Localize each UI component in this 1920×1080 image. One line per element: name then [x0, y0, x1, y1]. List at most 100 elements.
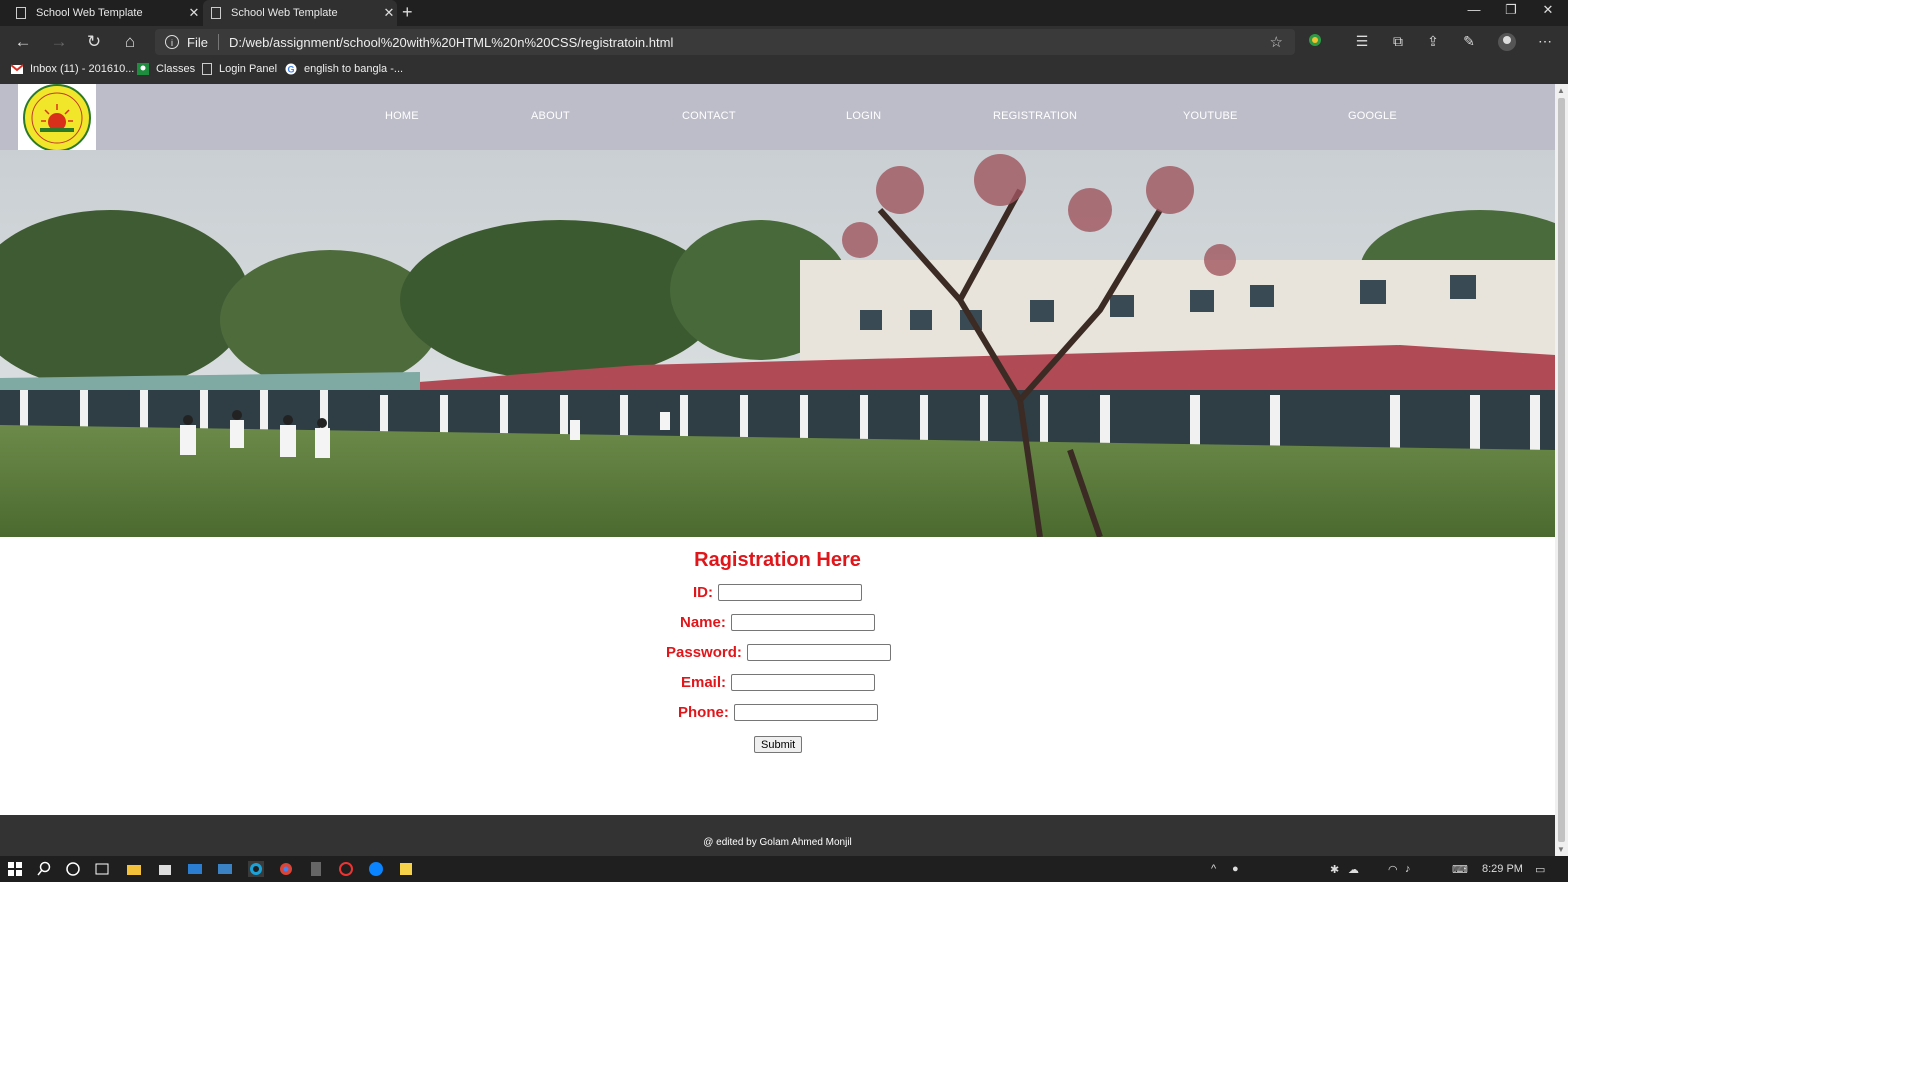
nav-login-link[interactable]: LOGIN — [846, 110, 881, 122]
bookmark-label: Inbox (11) - 201610... — [30, 63, 135, 75]
scroll-up-arrow-icon[interactable]: ▲ — [1557, 86, 1565, 95]
notes-icon[interactable] — [398, 861, 414, 877]
browser-tab[interactable]: School Web Template ✕ — [8, 0, 202, 26]
email-input[interactable] — [731, 674, 876, 691]
new-tab-button[interactable]: + — [402, 2, 413, 23]
search-icon[interactable] — [36, 861, 52, 877]
school-banner-image — [0, 150, 1555, 537]
close-window-button[interactable]: ✕ — [1530, 0, 1566, 20]
tray-expand-icon[interactable]: ^ — [1211, 863, 1216, 875]
forward-button[interactable]: → — [49, 32, 69, 52]
phone-input[interactable] — [733, 704, 878, 721]
submit-button[interactable]: Submit — [754, 736, 803, 753]
address-bar[interactable]: i File D:/web/assignment/school%20with%2… — [155, 29, 1295, 55]
cloud-icon[interactable]: ☁ — [1348, 863, 1359, 876]
volume-icon[interactable]: ♪ — [1405, 863, 1411, 875]
app-icon[interactable] — [217, 861, 233, 877]
keyboard-icon[interactable]: ⌨ — [1452, 863, 1468, 876]
close-tab-icon[interactable]: ✕ — [381, 5, 397, 21]
id-label: ID: — [693, 584, 713, 601]
bookmark-item[interactable]: Login Panel — [202, 63, 277, 75]
school-logo[interactable] — [18, 84, 96, 152]
phone-label: Phone: — [678, 704, 729, 721]
page-icon — [202, 63, 212, 75]
form-row-email: Email: — [681, 674, 876, 691]
bookmark-label: Login Panel — [219, 63, 278, 75]
scrollbar-thumb[interactable] — [1558, 98, 1565, 842]
mail-icon[interactable] — [187, 861, 203, 877]
form-row-name: Name: — [680, 614, 875, 631]
classroom-icon — [137, 63, 149, 75]
tab-title: School Web Template — [36, 7, 143, 19]
profile-avatar[interactable] — [1497, 33, 1517, 54]
browser-toolbar: ← → ↻ ⌂ i File D:/web/assignment/school%… — [0, 26, 1568, 58]
id-input[interactable] — [718, 584, 862, 601]
file-explorer-icon[interactable] — [126, 861, 142, 877]
restore-button[interactable]: ❐ — [1493, 0, 1529, 20]
nav-contact-link[interactable]: CONTACT — [682, 110, 736, 122]
bookmark-item[interactable]: G english to bangla -... — [285, 63, 403, 75]
edge-browser-icon[interactable] — [248, 861, 264, 877]
form-row-id: ID: — [693, 584, 862, 601]
google-icon: G — [285, 63, 297, 75]
wifi-icon[interactable]: ◠ — [1388, 863, 1398, 876]
media-app-icon[interactable] — [338, 861, 354, 877]
calculator-icon[interactable] — [308, 861, 324, 877]
nav-registration-link[interactable]: REGISTRATION — [993, 110, 1077, 122]
url-scheme: File — [187, 34, 208, 50]
store-icon[interactable] — [157, 861, 173, 877]
taskbar-clock[interactable]: 8:29 PM — [1482, 863, 1523, 875]
password-label: Password: — [666, 644, 742, 661]
cortana-icon[interactable] — [65, 861, 81, 877]
home-button[interactable]: ⌂ — [120, 32, 140, 52]
name-input[interactable] — [730, 614, 875, 631]
separator — [217, 34, 219, 50]
favorites-icon[interactable]: ☰ — [1352, 33, 1372, 50]
email-label: Email: — [681, 674, 727, 691]
web-page: HOME ABOUT CONTACT LOGIN REGISTRATION YO… — [0, 84, 1555, 856]
back-button[interactable]: ← — [13, 32, 33, 52]
bookmark-item[interactable]: Classes — [137, 63, 195, 75]
bookmark-label: english to bangla -... — [304, 63, 404, 75]
scroll-down-arrow-icon[interactable]: ▼ — [1557, 845, 1565, 854]
windows-taskbar: ^ ● ✱ ☁ ◠ ♪ ⌨ 8:29 PM ▭ — [0, 856, 1568, 882]
site-header: HOME ABOUT CONTACT LOGIN REGISTRATION YO… — [0, 84, 1555, 152]
bookmark-item[interactable]: Inbox (11) - 201610... — [10, 63, 135, 75]
messenger-icon[interactable] — [368, 861, 384, 877]
more-menu-icon[interactable]: ⋯ — [1535, 33, 1555, 50]
windows-start-icon[interactable] — [7, 861, 23, 877]
gmail-icon — [10, 63, 24, 75]
bookmark-label: Classes — [156, 63, 196, 75]
page-icon — [211, 7, 221, 19]
browser-tab-strip: School Web Template ✕ School Web Templat… — [0, 0, 1568, 26]
chrome-icon[interactable] — [278, 861, 294, 877]
bookmarks-bar: Inbox (11) - 201610... Classes Login Pan… — [0, 58, 1568, 84]
nav-about-link[interactable]: ABOUT — [531, 110, 570, 122]
nav-home-link[interactable]: HOME — [385, 110, 419, 122]
reload-button[interactable]: ↻ — [84, 32, 104, 52]
nav-youtube-link[interactable]: YOUTUBE — [1183, 110, 1238, 122]
url-text[interactable]: D:/web/assignment/school%20with%20HTML%2… — [229, 35, 673, 50]
page-scrollbar[interactable]: ▲ ▼ — [1555, 84, 1568, 856]
info-icon[interactable]: i — [165, 35, 179, 49]
favorite-star-icon[interactable]: ☆ — [1270, 33, 1283, 51]
bluetooth-icon[interactable]: ✱ — [1330, 863, 1339, 876]
registration-form-title: Ragistration Here — [694, 549, 861, 571]
collections-icon[interactable]: ⧉ — [1388, 33, 1408, 50]
notification-center-icon[interactable]: ▭ — [1535, 863, 1545, 876]
close-tab-icon[interactable]: ✕ — [186, 5, 202, 21]
browser-tab-active[interactable]: School Web Template ✕ — [203, 0, 397, 26]
feedback-icon[interactable]: ✎ — [1459, 33, 1479, 50]
name-label: Name: — [680, 614, 726, 631]
task-view-icon[interactable] — [94, 861, 110, 877]
tab-title: School Web Template — [231, 7, 338, 19]
form-row-password: Password: — [666, 644, 891, 661]
nav-google-link[interactable]: GOOGLE — [1348, 110, 1397, 122]
password-input[interactable] — [746, 644, 891, 661]
svg-text:G: G — [287, 65, 294, 75]
extension-icon[interactable] — [1305, 33, 1325, 50]
share-icon[interactable]: ⇪ — [1423, 33, 1443, 50]
minimize-button[interactable]: — — [1456, 0, 1492, 20]
form-row-phone: Phone: — [678, 704, 878, 721]
tray-app-icon[interactable]: ● — [1232, 863, 1239, 875]
